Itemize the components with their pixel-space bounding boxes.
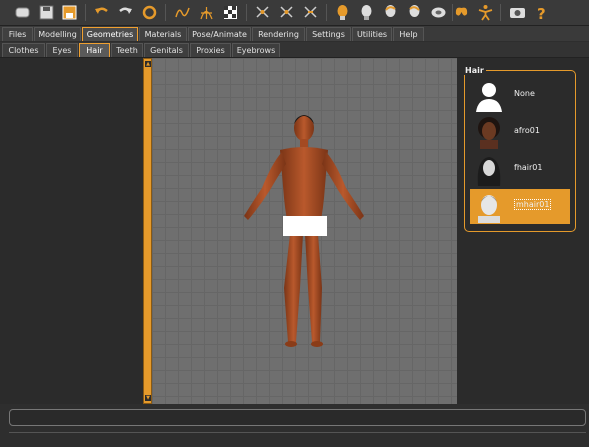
silhouette-icon	[476, 83, 502, 112]
hair-option-afro01[interactable]: afro01	[470, 115, 570, 150]
subtab-eyes[interactable]: Eyes	[46, 43, 78, 57]
3d-viewport[interactable]	[152, 58, 457, 404]
tab-rendering[interactable]: Rendering	[252, 27, 305, 41]
tab-modelling[interactable]: Modelling	[34, 27, 81, 41]
tab-files[interactable]: Files	[2, 27, 33, 41]
redo-icon[interactable]	[116, 3, 135, 22]
top-view-icon[interactable]	[429, 3, 448, 22]
checker-icon[interactable]	[221, 3, 240, 22]
hair-group-title: Hair	[463, 66, 486, 75]
command-line-input[interactable]	[9, 409, 586, 426]
male-hair-thumbnail-icon	[478, 195, 500, 223]
subtab-proxies[interactable]: Proxies	[190, 43, 231, 57]
tab-pose-animate[interactable]: Pose/Animate	[188, 27, 251, 41]
subtab-eyebrows[interactable]: Eyebrows	[232, 43, 280, 57]
head-right-icon[interactable]	[405, 3, 424, 22]
hair-option-label: mhair01	[514, 199, 552, 210]
hair-option-fhair01[interactable]: fhair01	[470, 152, 570, 187]
status-divider	[9, 432, 586, 433]
figure-icon[interactable]	[476, 3, 495, 22]
main-toolbar: ?	[0, 0, 589, 26]
slider-up-arrow-icon[interactable]: ▲	[145, 61, 151, 67]
hair-option-label: fhair01	[514, 163, 543, 172]
pose-icon[interactable]	[452, 3, 471, 22]
side-view-icon[interactable]	[301, 3, 320, 22]
subtab-clothes[interactable]: Clothes	[2, 43, 45, 57]
new-file-icon[interactable]	[13, 3, 32, 22]
wireframe-icon[interactable]	[197, 3, 216, 22]
tab-utilities[interactable]: Utilities	[352, 27, 392, 41]
reset-icon[interactable]	[140, 3, 159, 22]
female-hair-thumbnail-icon	[477, 157, 501, 186]
tab-materials[interactable]: Materials	[139, 27, 187, 41]
left-panel	[0, 58, 143, 404]
hair-option-none[interactable]: None	[470, 78, 570, 113]
screenshot-icon[interactable]	[508, 3, 527, 22]
subtab-teeth[interactable]: Teeth	[111, 43, 143, 57]
save-icon[interactable]	[37, 3, 56, 22]
back-view-icon[interactable]	[277, 3, 296, 22]
help-icon[interactable]: ?	[532, 3, 551, 22]
afro-hair-thumbnail-icon	[478, 117, 500, 149]
menu-tabs: Files Modelling Geometries Materials Pos…	[0, 26, 589, 41]
zoom-slider[interactable]: ▲ ▼	[143, 58, 152, 404]
subtab-genitals[interactable]: Genitals	[144, 43, 189, 57]
undo-icon[interactable]	[92, 3, 111, 22]
head-front-icon[interactable]	[333, 3, 352, 22]
hair-option-mhair01[interactable]: mhair01	[470, 189, 570, 224]
svg-text:?: ?	[537, 5, 546, 21]
tab-geometries[interactable]: Geometries	[82, 27, 138, 41]
export-icon[interactable]	[60, 3, 79, 22]
front-view-icon[interactable]	[253, 3, 272, 22]
tab-settings[interactable]: Settings	[306, 27, 351, 41]
smooth-icon[interactable]	[173, 3, 192, 22]
human-model	[244, 115, 364, 347]
tab-help[interactable]: Help	[393, 27, 424, 41]
slider-down-arrow-icon[interactable]: ▼	[145, 395, 151, 401]
sub-tabs: Clothes Eyes Hair Teeth Genitals Proxies…	[0, 42, 589, 58]
hair-option-label: None	[514, 89, 535, 98]
head-left-icon[interactable]	[381, 3, 400, 22]
subtab-hair[interactable]: Hair	[79, 43, 110, 57]
hair-option-label: afro01	[514, 126, 540, 135]
head-back-icon[interactable]	[357, 3, 376, 22]
